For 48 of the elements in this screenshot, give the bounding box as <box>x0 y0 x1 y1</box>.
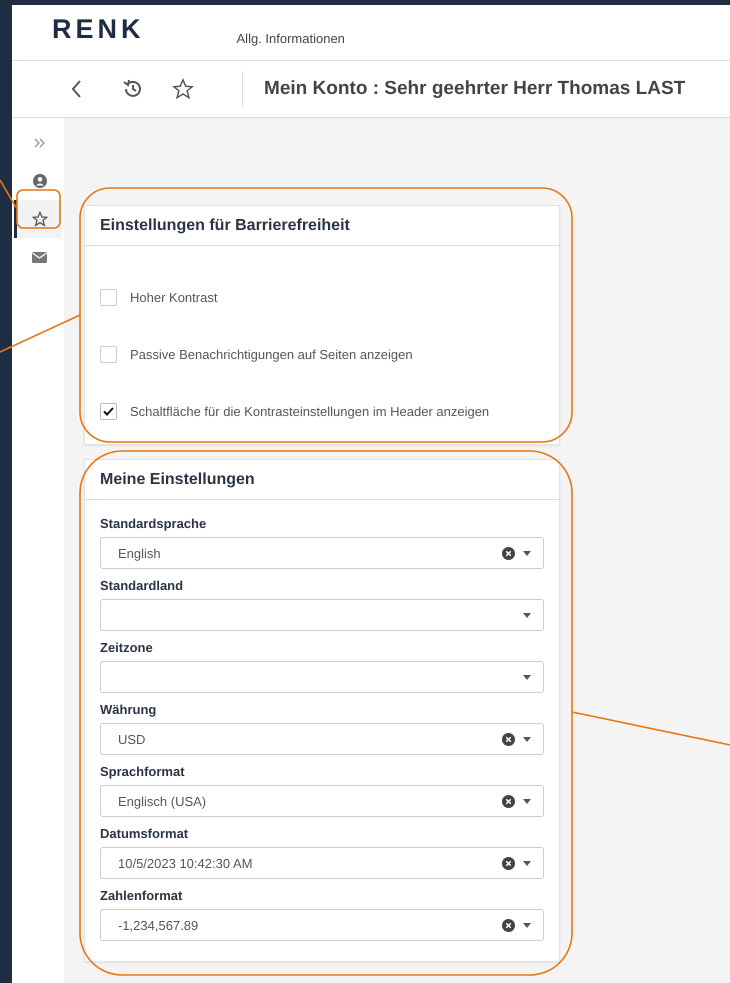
card-title: Einstellungen für Barrierefreiheit <box>100 216 350 234</box>
dropdown-field[interactable]: USD <box>100 723 544 755</box>
card-title: Meine Einstellungen <box>100 470 255 488</box>
dropdown-field[interactable] <box>100 661 544 693</box>
field-label: Standardland <box>100 578 184 593</box>
checkbox[interactable] <box>100 289 117 306</box>
logo: RENK <box>52 14 145 45</box>
checkbox[interactable] <box>100 403 117 420</box>
caret-icon[interactable] <box>523 860 531 866</box>
clear-icon[interactable] <box>502 918 515 932</box>
caret-icon[interactable] <box>523 922 531 928</box>
leader-line <box>0 180 18 210</box>
checkbox-label: Hoher Kontrast <box>130 290 218 305</box>
user-icon <box>32 174 46 188</box>
dropdown-field[interactable]: English <box>100 537 544 569</box>
caret-icon[interactable] <box>523 674 531 680</box>
clear-icon[interactable] <box>502 794 515 808</box>
history-icon[interactable] <box>122 78 144 100</box>
sidebar-item[interactable] <box>14 200 62 238</box>
check-icon <box>103 407 114 416</box>
star-icon[interactable] <box>172 78 194 100</box>
caret-icon[interactable] <box>523 550 531 556</box>
dropdown-field[interactable]: Englisch (USA) <box>100 785 544 817</box>
checkbox-label: Schaltfläche für die Kontrasteinstellungen im Header anzeigen <box>130 404 490 419</box>
back-icon[interactable] <box>72 80 82 98</box>
page-title: Mein Konto : Sehr geehrter Herr Thomas LAST <box>264 78 686 100</box>
field-label: Zahlenformat <box>100 888 184 903</box>
clear-icon[interactable] <box>502 732 515 746</box>
dropdown-field[interactable]: 10/5/2023 10:42:30 AM <box>100 847 544 879</box>
expand-icon <box>34 138 46 148</box>
clear-icon[interactable] <box>502 546 515 560</box>
field-label: Zeitzone <box>100 640 154 655</box>
checkbox[interactable] <box>100 346 117 363</box>
clear-icon[interactable] <box>502 856 515 870</box>
caret-icon[interactable] <box>523 612 531 618</box>
field-label: Standardsprache <box>100 516 208 531</box>
caret-icon[interactable] <box>523 798 531 804</box>
field-label: Datumsformat <box>100 826 190 841</box>
dropdown-field[interactable]: -1,234,567.89 <box>100 909 544 941</box>
star-icon <box>32 211 48 227</box>
checkbox-label: Passive Benachrichtigungen auf Seiten anzeigen <box>130 347 413 362</box>
mail-icon <box>32 252 47 262</box>
tab[interactable]: Allg. Informationen <box>236 31 345 46</box>
dropdown-field[interactable] <box>100 599 544 631</box>
field-label: Sprachformat <box>100 764 186 779</box>
caret-icon[interactable] <box>523 736 531 742</box>
field-label: Währung <box>100 702 158 717</box>
callout-outline <box>16 189 61 229</box>
